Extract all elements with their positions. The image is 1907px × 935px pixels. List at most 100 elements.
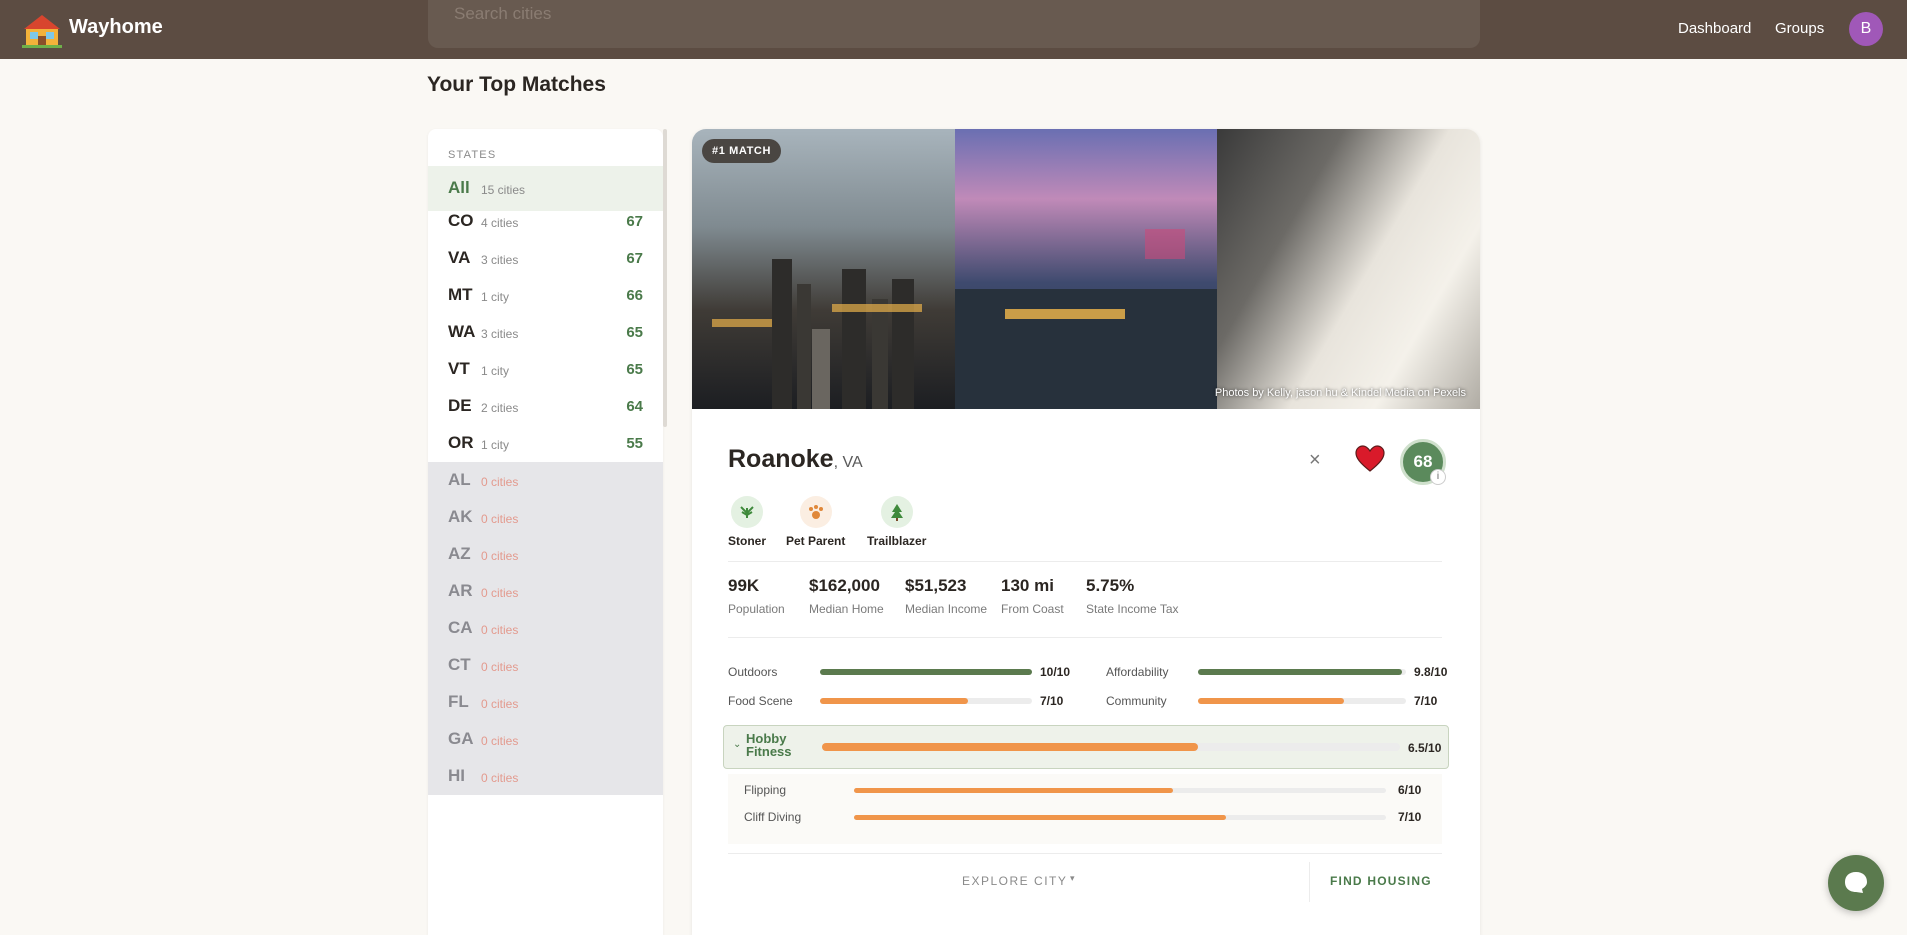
hobby-progress-bar — [822, 743, 1400, 751]
brand-name[interactable]: Wayhome — [69, 16, 163, 39]
state-code: CA — [448, 618, 473, 637]
state-code: CO — [448, 211, 474, 230]
tag-pet-parent[interactable]: Pet Parent — [786, 496, 845, 548]
divider — [728, 637, 1442, 638]
tag-label: Trailblazer — [867, 534, 927, 548]
state-row[interactable]: OR 1 city 55 — [428, 425, 663, 462]
state-row[interactable]: CO 4 cities 67 — [428, 203, 663, 240]
state-row[interactable]: GA 0 cities — [428, 721, 663, 758]
hobby-item-bar-fill — [854, 815, 1227, 820]
state-code: FL — [448, 692, 469, 711]
avatar[interactable]: B — [1849, 12, 1883, 46]
state-row[interactable]: FL 0 cities — [428, 684, 663, 721]
state-city-count: 0 cities — [481, 771, 519, 785]
house-logo-icon[interactable] — [22, 12, 62, 48]
state-row[interactable]: AL 0 cities — [428, 462, 663, 499]
states-scrollbar[interactable] — [663, 129, 667, 427]
state-score: 66 — [626, 287, 643, 304]
match-rank-badge: #1 MATCH — [702, 139, 781, 163]
state-city-count: 0 cities — [481, 660, 519, 674]
state-city-count: 3 cities — [481, 253, 519, 267]
stat-population: 99K Population — [728, 576, 785, 616]
dismiss-close-icon[interactable]: × — [1309, 449, 1321, 472]
city-state: , VA — [833, 454, 863, 471]
state-score: 64 — [626, 398, 643, 415]
metric-bar — [1198, 698, 1406, 704]
paw-icon — [799, 496, 832, 528]
stat-state-income-tax: 5.75% State Income Tax — [1086, 576, 1179, 616]
metric-bar-fill — [1198, 698, 1344, 704]
state-code: All — [448, 178, 470, 197]
state-code: MT — [448, 285, 473, 304]
state-city-count: 2 cities — [481, 401, 519, 415]
state-row[interactable]: DE 2 cities 64 — [428, 388, 663, 425]
stat-label: From Coast — [1001, 602, 1064, 616]
state-code: AK — [448, 507, 473, 526]
hobby-item-score: 7/10 — [1398, 810, 1422, 824]
metric-score: 9.8/10 — [1414, 665, 1448, 679]
state-row[interactable]: HI 0 cities — [428, 758, 663, 795]
metric-label: Community — [1106, 694, 1167, 708]
state-row[interactable]: CA 0 cities — [428, 610, 663, 647]
find-housing-button[interactable]: FIND HOUSING — [1330, 874, 1432, 888]
state-row[interactable]: AR 0 cities — [428, 573, 663, 610]
stat-label: Population — [728, 602, 785, 616]
stat-value: 99K — [728, 576, 760, 595]
state-score: 55 — [626, 435, 643, 452]
divider — [1309, 862, 1310, 902]
state-city-count: 0 cities — [481, 475, 519, 489]
top-bar: Search cities Wayhome Dashboard Groups B — [0, 0, 1907, 59]
tag-stoner[interactable]: Stoner — [728, 496, 766, 548]
state-city-count: 1 city — [481, 290, 510, 304]
state-city-count: 0 cities — [481, 697, 519, 711]
metric-bar-fill — [1198, 669, 1402, 675]
state-code: DE — [448, 396, 472, 415]
states-heading: STATES — [448, 149, 497, 161]
state-row[interactable]: AZ 0 cities — [428, 536, 663, 573]
state-row[interactable]: MT 1 city 66 — [428, 277, 663, 314]
state-row[interactable]: AK 0 cities — [428, 499, 663, 536]
page-title: Your Top Matches — [427, 73, 606, 96]
hobby-item-label: Flipping — [744, 783, 787, 797]
state-city-count: 0 cities — [481, 549, 519, 563]
state-code: AR — [448, 581, 473, 600]
tag-trailblazer[interactable]: Trailblazer — [867, 496, 926, 548]
state-city-count: 15 cities — [481, 183, 526, 197]
chat-button[interactable] — [1828, 855, 1884, 911]
state-code: GA — [448, 729, 474, 748]
hobby-item-score: 6/10 — [1398, 783, 1422, 797]
state-code: VT — [448, 359, 470, 378]
state-row[interactable]: CT 0 cities — [428, 647, 663, 684]
chat-bubble-icon — [1845, 872, 1867, 893]
stat-value: $51,523 — [905, 576, 967, 595]
info-icon[interactable]: i — [1430, 469, 1446, 485]
heart-icon[interactable] — [1355, 445, 1385, 473]
metric-score: 7/10 — [1414, 694, 1438, 708]
state-city-count: 0 cities — [481, 586, 519, 600]
state-code: AL — [448, 470, 471, 489]
state-code: HI — [448, 766, 465, 785]
match-card: #1 MATCH Photos by Kelly, jason hu & Kin… — [692, 129, 1480, 935]
state-row[interactable]: VA 3 cities 67 — [428, 240, 663, 277]
stat-label: State Income Tax — [1086, 602, 1179, 616]
state-score: 65 — [626, 361, 643, 378]
stat-value: 5.75% — [1086, 576, 1135, 595]
state-row[interactable]: WA 3 cities 65 — [428, 314, 663, 351]
city-photo-skyline — [692, 129, 955, 409]
hobby-item-bar — [854, 788, 1386, 793]
state-row[interactable]: VT 1 city 65 — [428, 351, 663, 388]
state-code: WA — [448, 322, 476, 341]
tree-icon — [880, 496, 913, 528]
nav-dashboard[interactable]: Dashboard — [1678, 20, 1751, 37]
search-bar[interactable]: Search cities — [428, 0, 1480, 48]
state-score: 67 — [626, 250, 643, 267]
states-panel: STATES All 15 cities CO 4 cities 67 VA 3 citie… — [428, 129, 663, 935]
stat-value: $162,000 — [809, 576, 880, 595]
nav-groups[interactable]: Groups — [1775, 20, 1824, 37]
hobby-progress-fill — [822, 743, 1198, 751]
city-photos[interactable]: #1 MATCH Photos by Kelly, jason hu & Kin… — [692, 129, 1480, 409]
hobby-fitness-toggle[interactable]: ⌄ Hobby Fitness 6.5/10 — [723, 725, 1449, 769]
explore-city-button[interactable]: EXPLORE CITY — [962, 874, 1067, 888]
hobby-item-bar-fill — [854, 788, 1174, 793]
photo-credit[interactable]: Photos by Kelly, jason hu & Kindel Media… — [1215, 387, 1466, 399]
